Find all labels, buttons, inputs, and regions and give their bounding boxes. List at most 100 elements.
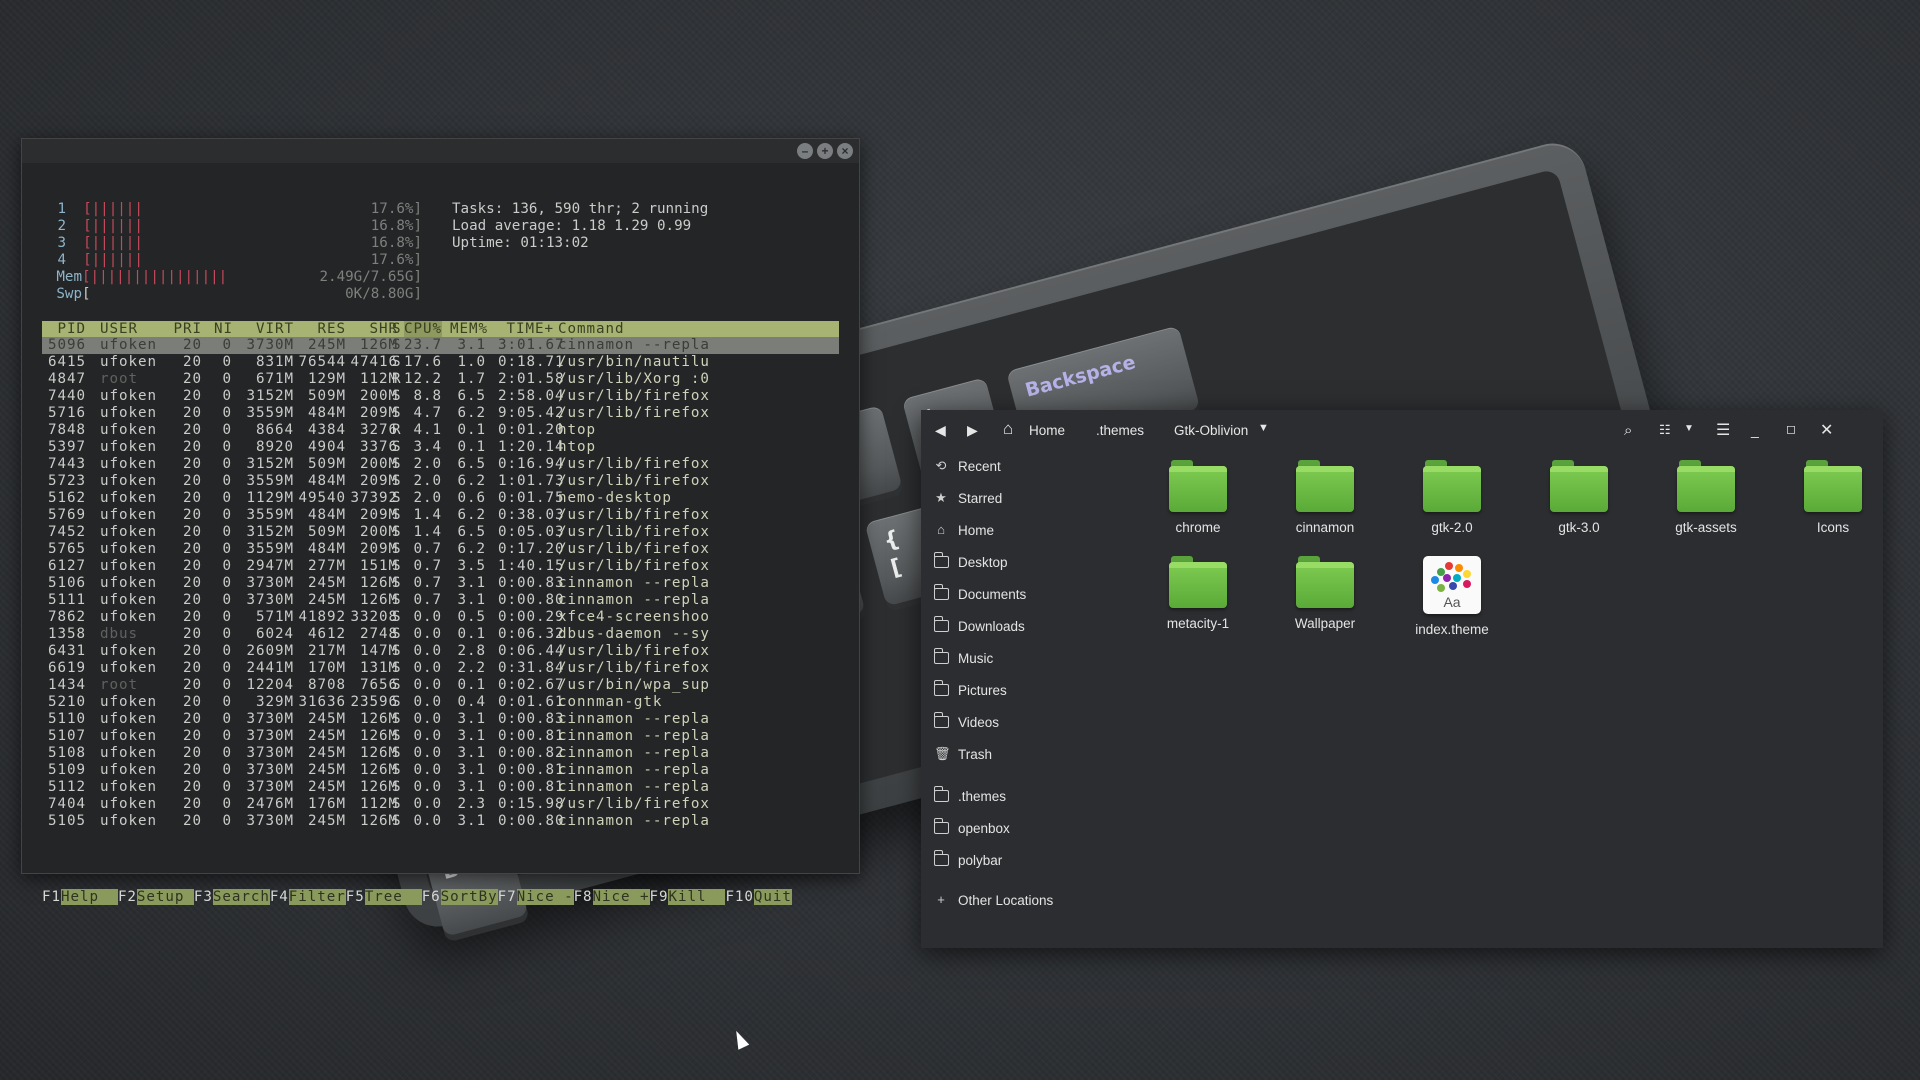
fkey-label[interactable]: Quit — [753, 889, 792, 905]
file-manager-window[interactable]: ◀ ▶ ⌂ Home .themes Gtk-Oblivion ▼ ⌕ ☷ ▼ … — [921, 410, 1883, 948]
file-item[interactable]: chrome — [1143, 460, 1253, 535]
process-row[interactable]: 6127 ufoken 20 0 2947M 277M 151M S 0.7 3.5 1:40.15… — [42, 558, 839, 575]
terminal-titlebar[interactable]: – + × — [22, 139, 859, 163]
process-row[interactable]: 5110 ufoken 20 0 3730M 245M 126M S 0.0 3.1 0:00.83… — [42, 711, 839, 728]
window-minimize-icon[interactable]: _ — [1751, 422, 1759, 438]
column-header-command[interactable]: Command — [558, 321, 698, 337]
file-item[interactable]: gtk-2.0 — [1397, 460, 1507, 535]
file-item[interactable]: metacity-1 — [1143, 556, 1253, 631]
sidebar-item-music[interactable]: Music — [921, 642, 1136, 674]
file-item[interactable]: Icons — [1778, 460, 1888, 535]
breadcrumb-home[interactable]: Home — [1029, 420, 1065, 442]
process-row[interactable]: 5106 ufoken 20 0 3730M 245M 126M S 0.7 3.1 0:00.83… — [42, 575, 839, 592]
sidebar-item-pictures[interactable]: Pictures — [921, 674, 1136, 706]
fkey-label[interactable]: Help — [60, 889, 118, 905]
sidebar-item-desktop[interactable]: Desktop — [921, 546, 1136, 578]
column-header-mem[interactable]: MEM% — [450, 321, 487, 337]
process-row[interactable]: 5096 ufoken 20 0 3730M 245M 126M S 23.7 3.1 3:01.6… — [42, 337, 839, 354]
fkey-f5[interactable]: F5 — [346, 889, 365, 905]
process-row[interactable]: 7443 ufoken 20 0 3152M 509M 200M S 2.0 6.5 0:16.94… — [42, 456, 839, 473]
back-arrow-icon[interactable]: ◀ — [935, 422, 946, 439]
process-row[interactable]: 5769 ufoken 20 0 3559M 484M 209M S 1.4 6.2 0:38.03… — [42, 507, 839, 524]
column-header-shr[interactable]: SHR — [350, 321, 398, 337]
process-row[interactable]: 6415 ufoken 20 0 831M 76544 47416 S 17.6 1.0 0:18.… — [42, 354, 839, 371]
process-row[interactable]: 6619 ufoken 20 0 2441M 170M 131M S 0.0 2.2 0:31.84… — [42, 660, 839, 677]
fkey-label[interactable]: Nice - — [516, 889, 574, 905]
column-header-res[interactable]: RES — [298, 321, 346, 337]
sidebar-bookmark[interactable]: .themes — [921, 780, 1136, 812]
fkey-f4[interactable]: F4 — [270, 889, 289, 905]
sidebar-bookmark[interactable]: polybar — [921, 844, 1136, 876]
fkey-label[interactable]: Search — [212, 889, 270, 905]
process-row[interactable]: 7404 ufoken 20 0 2476M 176M 112M S 0.0 2.3 0:15.98… — [42, 796, 839, 813]
sidebar-item-starred[interactable]: ★ Starred — [921, 482, 1136, 514]
process-row[interactable]: 7452 ufoken 20 0 3152M 509M 200M S 1.4 6.5 0:05.03… — [42, 524, 839, 541]
column-header-user[interactable]: USER — [100, 321, 160, 337]
process-row[interactable]: 5112 ufoken 20 0 3730M 245M 126M S 0.0 3.1 0:00.81… — [42, 779, 839, 796]
fkey-label[interactable]: Nice + — [592, 889, 650, 905]
process-row[interactable]: 5765 ufoken 20 0 3559M 484M 209M S 0.7 6.2 0:17.20… — [42, 541, 839, 558]
process-row[interactable]: 7862 ufoken 20 0 571M 41892 33208 S 0.0 0.5 0:00.2… — [42, 609, 839, 626]
htop-screen[interactable]: 1 [|||||| 17.6%] 2 [|||||| 16.8%] 3 [|||||| 1… — [42, 201, 839, 905]
column-header-ni[interactable]: NI — [214, 321, 232, 337]
forward-arrow-icon[interactable]: ▶ — [967, 422, 978, 439]
process-row[interactable]: 5107 ufoken 20 0 3730M 245M 126M S 0.0 3.1 0:00.81… — [42, 728, 839, 745]
search-icon[interactable]: ⌕ — [1624, 422, 1632, 439]
process-row[interactable]: 1434 root 20 0 12204 8708 7656 S 0.0 0.1 0:02.67/u… — [42, 677, 839, 694]
fkey-label[interactable]: SortBy — [440, 889, 498, 905]
column-header-virt[interactable]: VIRT — [242, 321, 294, 337]
fkey-f10[interactable]: F10 — [725, 889, 753, 905]
column-header-time[interactable]: TIME+ — [498, 321, 554, 337]
process-row[interactable]: 5162 ufoken 20 0 1129M 49540 37392 S 2.0 0.6 0:01.… — [42, 490, 839, 507]
view-list-icon[interactable]: ☷ — [1659, 422, 1671, 438]
fkey-f2[interactable]: F2 — [118, 889, 137, 905]
file-item[interactable]: Aa index.theme — [1397, 556, 1507, 637]
fkey-f3[interactable]: F3 — [194, 889, 213, 905]
process-row[interactable]: 7440 ufoken 20 0 3152M 509M 200M S 8.8 6.5 2:58.04… — [42, 388, 839, 405]
window-maximize-icon[interactable]: ◻ — [1786, 422, 1796, 436]
sidebar-item-documents[interactable]: Documents — [921, 578, 1136, 610]
column-header-s[interactable]: S — [392, 321, 402, 337]
process-row[interactable]: 5397 ufoken 20 0 8920 4904 3376 S 3.4 0.1 1:20.14 h… — [42, 439, 839, 456]
fkey-label[interactable]: Filter — [288, 889, 346, 905]
sidebar-item-trash[interactable]: 🗑 Trash — [921, 738, 1136, 770]
process-row[interactable]: 5111 ufoken 20 0 3730M 245M 126M S 0.7 3.1 0:00.80… — [42, 592, 839, 609]
process-row[interactable]: 5723 ufoken 20 0 3559M 484M 209M S 2.0 6.2 1:01.73… — [42, 473, 839, 490]
sidebar-item-downloads[interactable]: Downloads — [921, 610, 1136, 642]
chevron-down-icon[interactable]: ▼ — [1258, 422, 1269, 434]
fkey-f8[interactable]: F8 — [574, 889, 593, 905]
breadcrumb-themes[interactable]: .themes — [1096, 420, 1144, 442]
sidebar-item-other-locations[interactable]: + Other Locations — [921, 884, 1136, 916]
close-button[interactable]: × — [837, 143, 853, 159]
process-row[interactable]: 4847 root 20 0 671M 129M 112M R 12.2 1.7 2:01.58/u… — [42, 371, 839, 388]
sidebar-bookmark[interactable]: openbox — [921, 812, 1136, 844]
process-row[interactable]: 5210 ufoken 20 0 329M 31636 23596 S 0.0 0.4 0:01.6… — [42, 694, 839, 711]
file-grid[interactable]: chrome cinnamon gtk-2.0 gtk-3.0 gtk-assets Ic… — [1143, 460, 1883, 948]
fkey-f1[interactable]: F1 — [42, 889, 61, 905]
fkey-label[interactable]: Kill — [668, 889, 726, 905]
view-options-chevron-icon[interactable]: ▼ — [1684, 423, 1694, 434]
fkey-f7[interactable]: F7 — [498, 889, 517, 905]
file-item[interactable]: gtk-assets — [1651, 460, 1761, 535]
sidebar-item-recent[interactable]: ⟲ Recent — [921, 450, 1136, 482]
process-row[interactable]: 5109 ufoken 20 0 3730M 245M 126M S 0.0 3.1 0:00.81… — [42, 762, 839, 779]
sidebar-item-videos[interactable]: Videos — [921, 706, 1136, 738]
window-close-icon[interactable]: ✕ — [1820, 420, 1833, 440]
menu-icon[interactable]: ☰ — [1716, 420, 1730, 440]
fkey-f9[interactable]: F9 — [650, 889, 669, 905]
file-item[interactable]: gtk-3.0 — [1524, 460, 1634, 535]
process-row[interactable]: 5716 ufoken 20 0 3559M 484M 209M S 4.7 6.2 9:05.42… — [42, 405, 839, 422]
column-header-pri[interactable]: PRI — [172, 321, 202, 337]
breadcrumb-gtk-oblivion[interactable]: Gtk-Oblivion — [1174, 420, 1248, 442]
process-table[interactable]: 5096 ufoken 20 0 3730M 245M 126M S 23.7 3.1 3:01.6… — [42, 337, 839, 830]
sidebar-item-home[interactable]: ⌂ Home — [921, 514, 1136, 546]
minimize-button[interactable]: – — [797, 143, 813, 159]
process-row[interactable]: 5105 ufoken 20 0 3730M 245M 126M S 0.0 3.1 0:00.80… — [42, 813, 839, 830]
fkey-label[interactable]: Tree — [364, 889, 422, 905]
htop-terminal-window[interactable]: – + × 1 [|||||| 17.6%] 2 [|||||| 16.8%] 3 [|… — [21, 138, 860, 905]
column-header-pid[interactable]: PID — [42, 321, 86, 337]
process-row[interactable]: 6431 ufoken 20 0 2609M 217M 147M S 0.0 2.8 0:06.44… — [42, 643, 839, 660]
process-table-header[interactable]: PID USER PRI NI VIRT RES SHR S CPU% MEM% TIME+ Comm… — [42, 321, 839, 337]
process-row[interactable]: 1358 dbus 20 0 6024 4612 2748 S 0.0 0.1 0:06.32 dbu… — [42, 626, 839, 643]
file-item[interactable]: cinnamon — [1270, 460, 1380, 535]
